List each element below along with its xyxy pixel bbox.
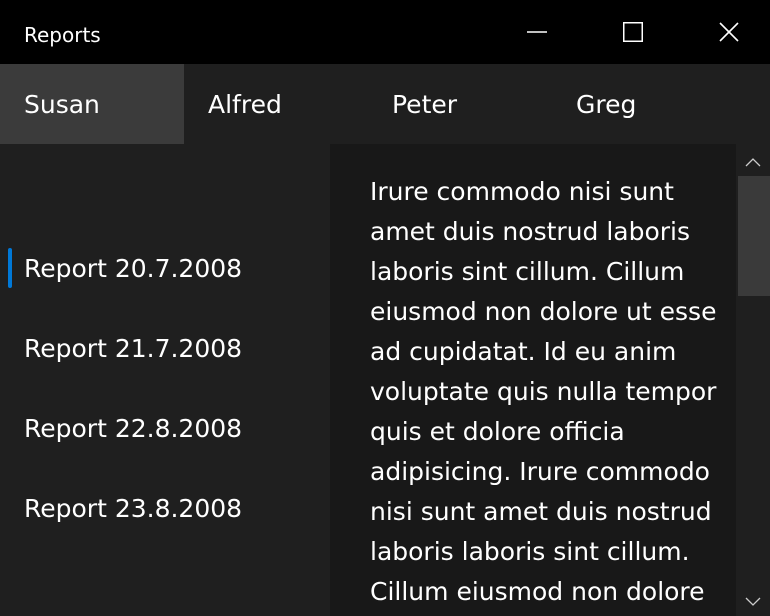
report-item-label: Report 21.7.2008: [24, 333, 243, 363]
minimize-icon: [526, 21, 548, 43]
tab-greg[interactable]: Greg: [552, 64, 736, 144]
tab-alfred[interactable]: Alfred: [184, 64, 368, 144]
tab-label: Greg: [576, 89, 637, 119]
vertical-scrollbar[interactable]: [736, 144, 770, 616]
report-item-20-7-2008[interactable]: Report 20.7.2008: [0, 228, 330, 308]
maximize-icon: [622, 21, 644, 43]
chevron-up-icon: [745, 152, 761, 171]
app-window: Reports Susan Alfred Peter Greg Report 2…: [0, 0, 770, 616]
chevron-down-icon: [745, 592, 761, 611]
window-title: Reports: [24, 23, 101, 47]
selection-indicator: [8, 248, 12, 288]
report-item-22-8-2008[interactable]: Report 22.8.2008: [0, 388, 330, 468]
tab-label: Peter: [392, 89, 458, 119]
tab-bar: Susan Alfred Peter Greg: [0, 64, 770, 144]
report-item-label: Report 22.8.2008: [24, 413, 243, 443]
report-list: Report 20.7.2008 Report 21.7.2008 Report…: [0, 144, 330, 616]
minimize-button[interactable]: [490, 0, 584, 64]
report-body-text: Irure commodo nisi sunt amet duis nostru…: [370, 177, 717, 606]
maximize-button[interactable]: [586, 0, 680, 64]
tab-susan[interactable]: Susan: [0, 64, 184, 144]
tab-peter[interactable]: Peter: [368, 64, 552, 144]
tab-label: Susan: [24, 89, 100, 119]
report-item-label: Report 23.8.2008: [24, 493, 243, 523]
report-item-label: Report 20.7.2008: [24, 253, 243, 283]
scrollbar-thumb[interactable]: [738, 176, 770, 296]
report-item-23-8-2008[interactable]: Report 23.8.2008: [0, 468, 330, 548]
scroll-down-button[interactable]: [736, 586, 770, 616]
tab-label: Alfred: [208, 89, 282, 119]
report-content-pane[interactable]: Irure commodo nisi sunt amet duis nostru…: [330, 144, 736, 616]
title-bar[interactable]: Reports: [0, 0, 770, 64]
close-icon: [718, 21, 740, 43]
scroll-up-button[interactable]: [736, 146, 770, 176]
close-button[interactable]: [682, 0, 770, 64]
report-item-21-7-2008[interactable]: Report 21.7.2008: [0, 308, 330, 388]
